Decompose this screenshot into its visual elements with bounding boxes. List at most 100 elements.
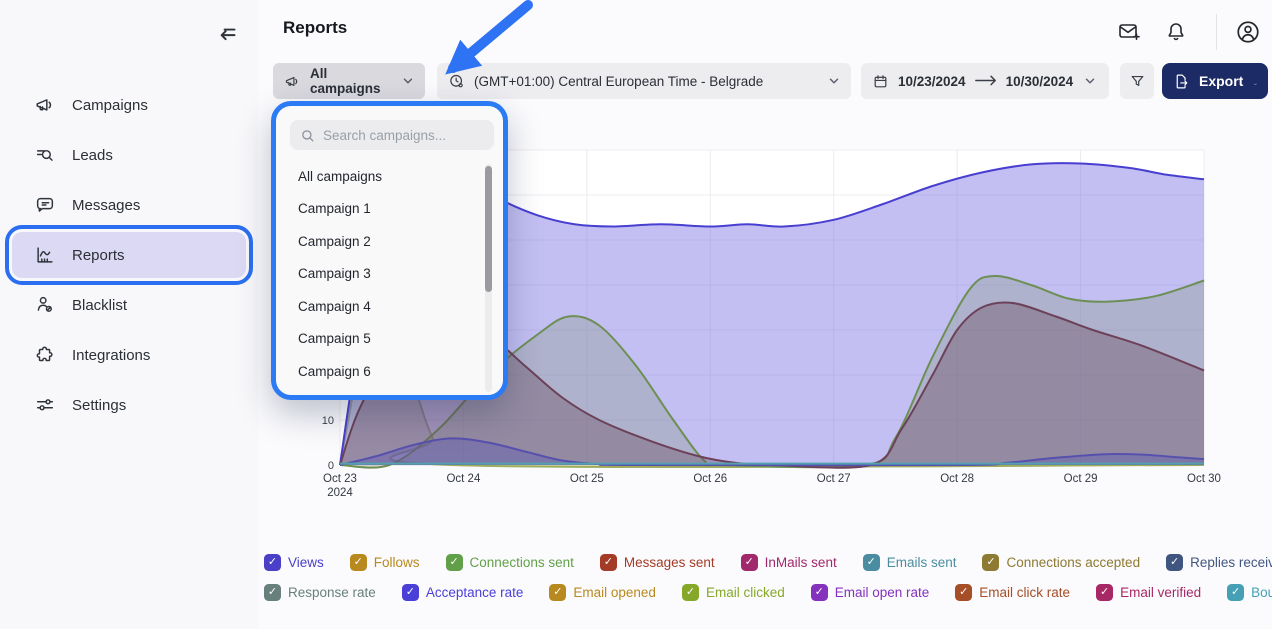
campaign-option[interactable]: Campaign 3 [276, 258, 503, 291]
checkbox-checked-icon[interactable]: ✓ [863, 554, 880, 571]
checkbox-checked-icon[interactable]: ✓ [600, 554, 617, 571]
campaign-option[interactable]: Campaign 4 [276, 290, 503, 323]
campaign-option[interactable]: All campaigns [276, 160, 503, 193]
sidebar-item-label: Reports [72, 247, 125, 264]
legend-label: Response rate [288, 585, 376, 600]
svg-text:Oct 25: Oct 25 [570, 473, 604, 485]
svg-text:Oct 29: Oct 29 [1064, 473, 1098, 485]
puzzle-icon [34, 344, 56, 366]
checkbox-checked-icon[interactable]: ✓ [264, 584, 281, 601]
svg-text:Oct 26: Oct 26 [693, 473, 727, 485]
legend-label: Email opened [573, 585, 656, 600]
filter-button[interactable] [1120, 63, 1154, 99]
checkbox-checked-icon[interactable]: ✓ [741, 554, 758, 571]
legend-item-acceptance-rate[interactable]: ✓Acceptance rate [402, 584, 524, 601]
sidebar-item-reports[interactable]: Reports [12, 232, 246, 278]
date-range-picker[interactable]: 10/23/2024 10/30/2024 [861, 63, 1109, 99]
account-icon[interactable] [1235, 19, 1261, 45]
checkbox-checked-icon[interactable]: ✓ [682, 584, 699, 601]
collapse-sidebar-icon[interactable] [210, 20, 238, 44]
checkbox-checked-icon[interactable]: ✓ [549, 584, 566, 601]
legend-label: Bounce rate [1251, 585, 1272, 600]
legend-item-messages-sent[interactable]: ✓ Messages sent [600, 554, 715, 571]
timezone-clock-icon [448, 73, 465, 90]
chevron-down-icon [401, 74, 415, 88]
checkbox-checked-icon[interactable]: ✓ [811, 584, 828, 601]
calendar-icon [872, 73, 889, 90]
megaphone-icon [284, 73, 301, 90]
campaign-selector-button[interactable]: All campaigns [273, 63, 425, 99]
sidebar-item-label: Campaigns [72, 97, 148, 114]
header-actions [1092, 14, 1272, 50]
checkbox-checked-icon[interactable]: ✓ [446, 554, 463, 571]
timezone-selector[interactable]: (GMT+01:00) Central European Time - Belg… [437, 63, 851, 99]
legend-item-email-verified[interactable]: ✓ Email verified [1096, 584, 1201, 601]
legend-label: Messages sent [624, 555, 715, 570]
header-divider [1216, 14, 1217, 50]
campaign-option[interactable]: Campaign 2 [276, 225, 503, 258]
svg-text:Oct 30: Oct 30 [1187, 473, 1221, 485]
chat-bubble-icon [34, 194, 56, 216]
legend-item-email-opened[interactable]: ✓ Email opened [549, 584, 656, 601]
sidebar-item-campaigns[interactable]: Campaigns [12, 82, 246, 128]
legend-item-bounce-rate[interactable]: ✓ Bounce rate [1227, 584, 1272, 601]
dropdown-scrollbar-thumb[interactable] [485, 166, 492, 292]
campaign-dropdown-panel: All campaignsCampaign 1Campaign 2Campaig… [271, 101, 508, 400]
legend-item-replies-received[interactable]: ✓ Replies received [1166, 554, 1272, 571]
legend-label: Connections sent [470, 555, 574, 570]
campaign-list: All campaignsCampaign 1Campaign 2Campaig… [276, 160, 503, 388]
legend-label: Follows [374, 555, 420, 570]
legend-item-emails-sent[interactable]: ✓Emails sent [863, 554, 957, 571]
date-range-start: 10/23/2024 [898, 74, 966, 89]
sidebar-item-label: Messages [72, 197, 140, 214]
legend-label: Connections accepted [1006, 555, 1140, 570]
bell-icon[interactable] [1164, 20, 1188, 44]
campaign-search-input[interactable] [323, 128, 483, 143]
legend-item-email-click-rate[interactable]: ✓Email click rate [955, 584, 1070, 601]
funnel-icon [1129, 73, 1146, 90]
campaign-selector-label: All campaigns [310, 66, 401, 96]
export-button[interactable]: Export [1162, 63, 1268, 99]
sidebar-nav: Campaigns Leads Messages Reports Blacklist In… [12, 82, 246, 432]
legend-item-email-open-rate[interactable]: ✓Email open rate [811, 584, 930, 601]
leads-search-icon [34, 144, 56, 166]
legend-label: Email clicked [706, 585, 785, 600]
campaign-option[interactable]: Campaign 5 [276, 323, 503, 356]
campaign-option[interactable]: Campaign 6 [276, 355, 503, 388]
legend-item-views[interactable]: ✓ Views [264, 554, 324, 571]
checkbox-checked-icon[interactable]: ✓ [402, 584, 419, 601]
sidebar-item-label: Blacklist [72, 297, 127, 314]
checkbox-checked-icon[interactable]: ✓ [982, 554, 999, 571]
sidebar-item-blacklist[interactable]: Blacklist [12, 282, 246, 328]
svg-text:Oct 28: Oct 28 [940, 473, 974, 485]
legend-item-response-rate[interactable]: ✓ Response rate [264, 584, 376, 601]
checkbox-checked-icon[interactable]: ✓ [1166, 554, 1183, 571]
legend-label: Replies received [1190, 555, 1272, 570]
legend-row: ✓Response rate✓Acceptance rate✓Email ope… [264, 581, 1254, 603]
legend-item-inmails-sent[interactable]: ✓InMails sent [741, 554, 837, 571]
checkbox-checked-icon[interactable]: ✓ [1227, 584, 1244, 601]
sidebar-item-messages[interactable]: Messages [12, 182, 246, 228]
sidebar-item-settings[interactable]: Settings [12, 382, 246, 428]
mail-plus-icon[interactable] [1117, 20, 1141, 44]
svg-text:10: 10 [322, 415, 334, 427]
campaign-option[interactable]: Campaign 1 [276, 193, 503, 226]
sidebar: Campaigns Leads Messages Reports Blacklist In… [0, 0, 258, 629]
person-block-icon [34, 294, 56, 316]
legend-item-follows[interactable]: ✓ Follows [350, 554, 420, 571]
legend-label: Email verified [1120, 585, 1201, 600]
svg-text:2024: 2024 [327, 487, 353, 499]
legend-label: Views [288, 555, 324, 570]
checkbox-checked-icon[interactable]: ✓ [955, 584, 972, 601]
search-icon [300, 128, 315, 143]
checkbox-checked-icon[interactable]: ✓ [350, 554, 367, 571]
svg-text:Oct 27: Oct 27 [817, 473, 851, 485]
legend-item-connections-sent[interactable]: ✓ Connections sent [446, 554, 574, 571]
legend-item-email-clicked[interactable]: ✓ Email clicked [682, 584, 785, 601]
legend-item-connections-accepted[interactable]: ✓ Connections accepted [982, 554, 1140, 571]
checkbox-checked-icon[interactable]: ✓ [264, 554, 281, 571]
sidebar-item-integrations[interactable]: Integrations [12, 332, 246, 378]
sidebar-item-leads[interactable]: Leads [12, 132, 246, 178]
checkbox-checked-icon[interactable]: ✓ [1096, 584, 1113, 601]
sidebar-item-label: Integrations [72, 347, 150, 364]
